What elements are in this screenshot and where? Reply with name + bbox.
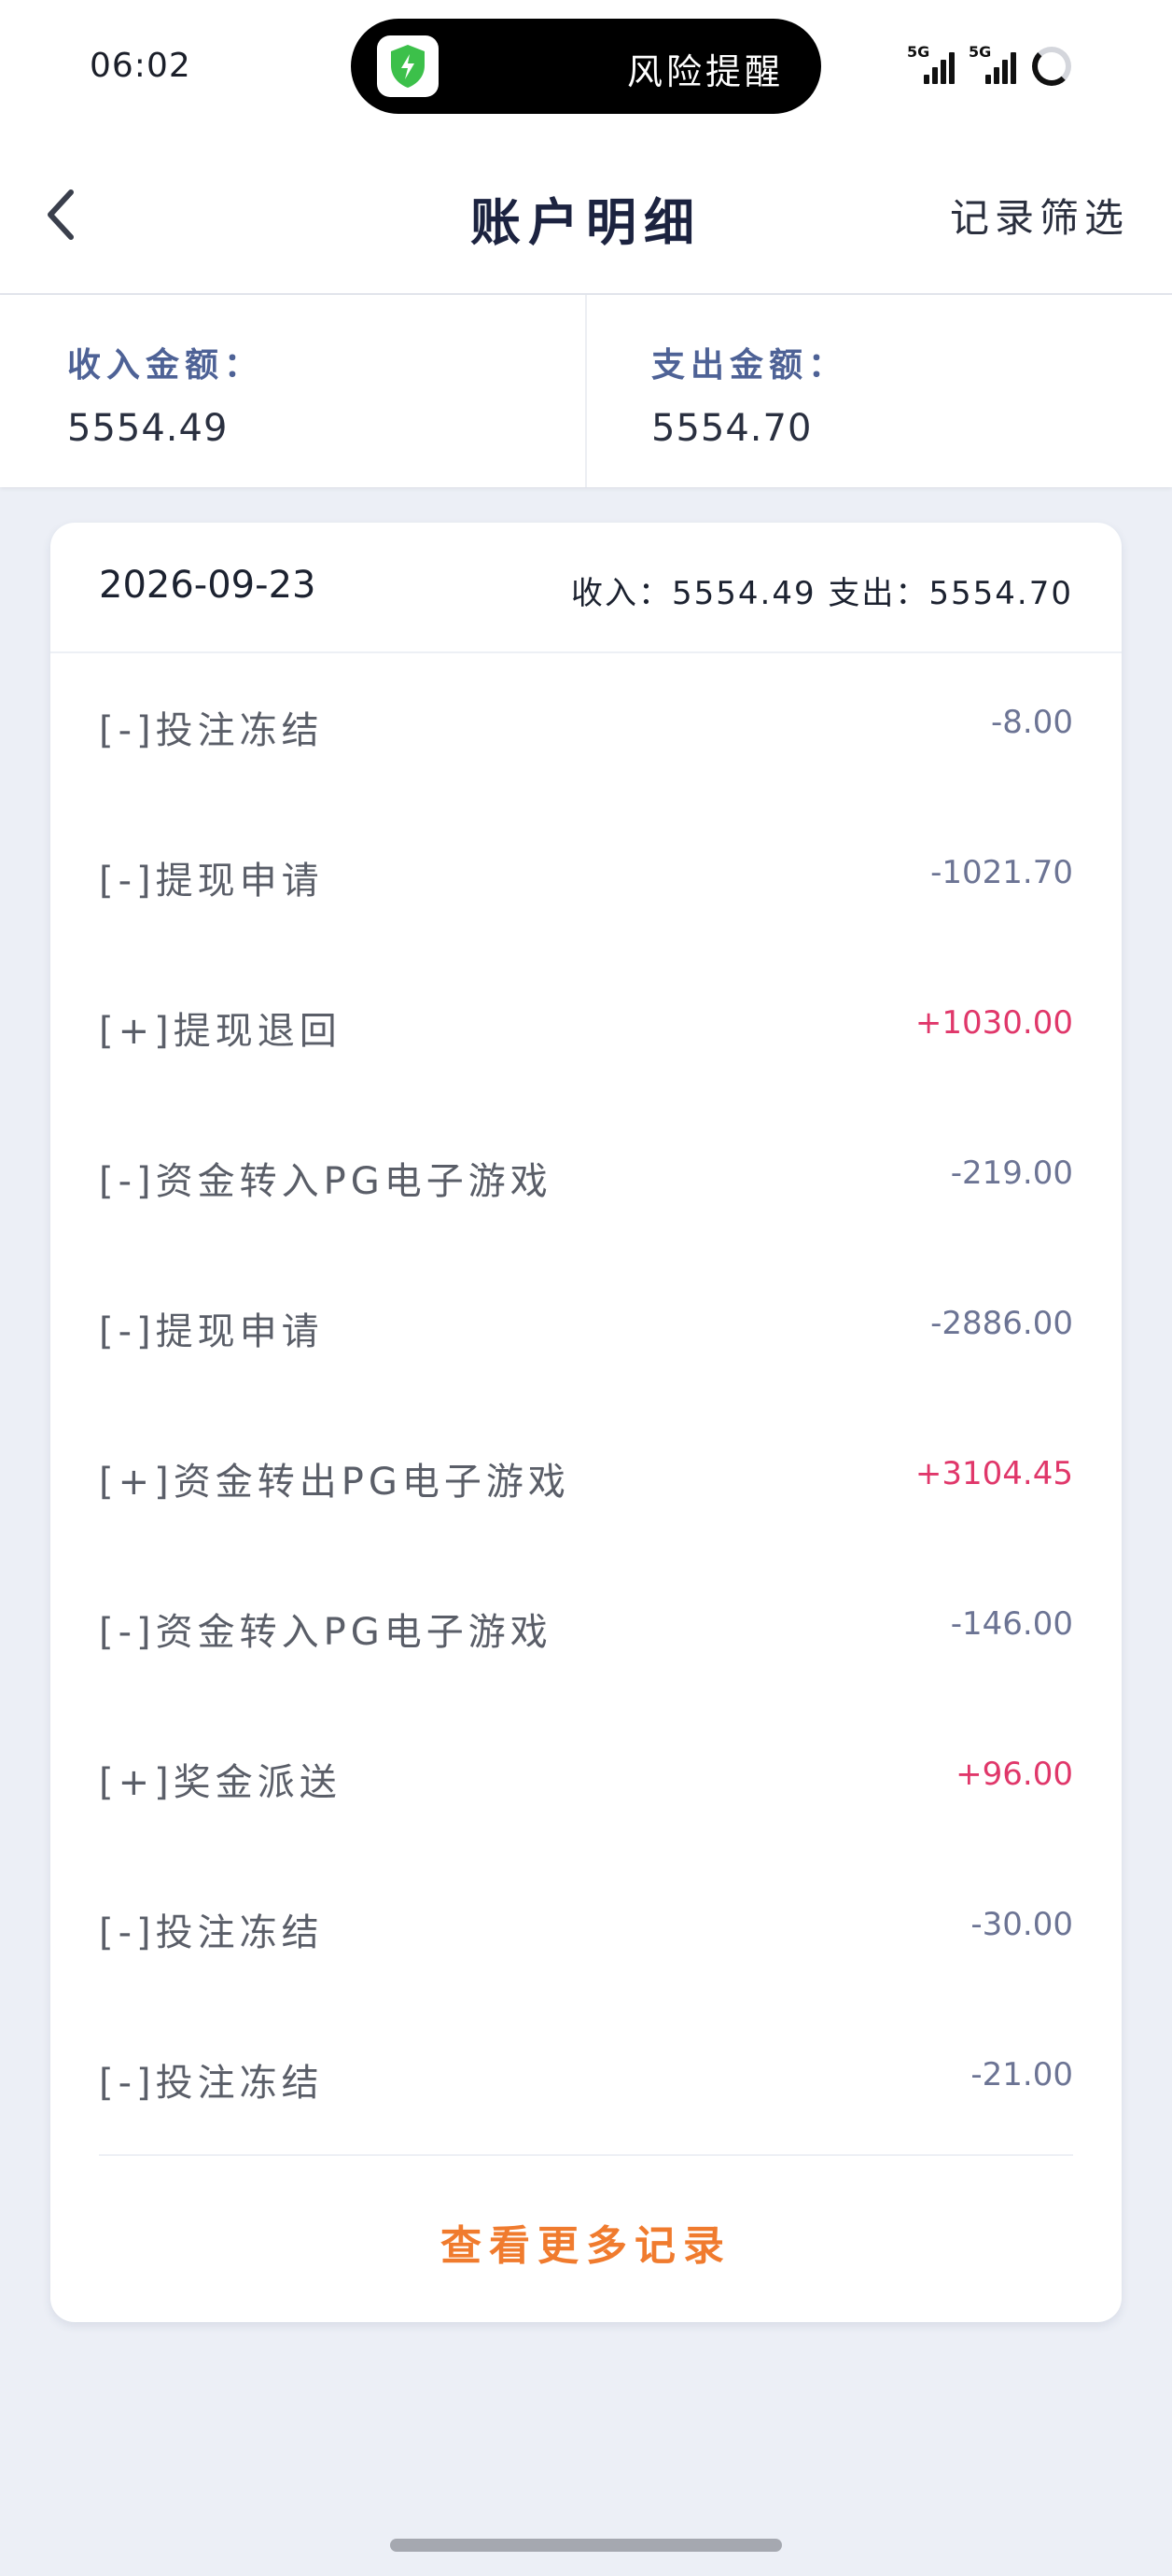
list-item[interactable]: [-]资金转入PG电子游戏 -146.00 [50,1555,1122,1705]
daily-records-card: 2026-09-23 收入：5554.49 支出：5554.70 [-]投注冻结… [50,523,1122,2322]
record-amount: +1030.00 [914,1004,1073,1042]
status-time: 06:02 [90,47,191,85]
view-more-records-button[interactable]: 查看更多记录 [50,2212,1122,2272]
list-item[interactable]: [-]资金转入PG电子游戏 -219.00 [50,1104,1122,1254]
list-item[interactable]: [+]资金转出PG电子游戏 +3104.45 [50,1405,1122,1555]
record-label: [-]投注冻结 [99,709,324,752]
signal-5g-icon-1: 5G [901,43,959,84]
income-value: 5554.49 [67,407,229,450]
record-label: [-]投注冻结 [99,1911,324,1954]
record-list: [-]投注冻结 -8.00 [-]提现申请 -1021.70 [+]提现退回 +… [50,653,1122,2156]
record-label: [+]奖金派送 [99,1761,342,1804]
signal-5g-icon-2: 5G [969,43,1023,84]
record-label: [+]资金转出PG电子游戏 [99,1461,570,1504]
risk-alert-text: 风险提醒 [626,51,784,92]
shield-app-icon [377,35,439,97]
record-amount: -1021.70 [930,854,1073,891]
expense-value: 5554.70 [651,407,813,450]
list-item[interactable]: [-]提现申请 -1021.70 [50,804,1122,954]
list-item[interactable]: [-]投注冻结 -21.00 [50,2006,1122,2156]
signal-indicators: 5G 5G [901,43,1079,88]
home-indicator[interactable] [390,2539,782,2552]
record-amount: -146.00 [950,1605,1073,1643]
card-header: 2026-09-23 收入：5554.49 支出：5554.70 [50,523,1122,653]
record-amount: -219.00 [950,1155,1073,1192]
record-amount: -2886.00 [930,1305,1073,1342]
record-amount: -8.00 [991,704,1073,741]
record-date: 2026-09-23 [99,564,316,607]
list-item[interactable]: [-]提现申请 -2886.00 [50,1254,1122,1405]
expense-label: 支出金额： [651,346,848,385]
income-label: 收入金额： [67,346,264,385]
record-label: [-]资金转入PG电子游戏 [99,1611,552,1654]
list-item[interactable]: [-]投注冻结 -30.00 [50,1855,1122,2006]
record-amount: +96.00 [956,1756,1073,1793]
record-amount: -21.00 [970,2056,1073,2093]
list-item[interactable]: [-]投注冻结 -8.00 [50,653,1122,804]
record-amount: -30.00 [970,1906,1073,1943]
record-label: [+]提现退回 [99,1010,342,1053]
nav-bar: 账户明细 记录筛选 [0,131,1172,295]
record-amount: +3104.45 [914,1455,1073,1492]
status-bar: 06:02 风险提醒 5G 5G [0,0,1172,131]
signal-label-2: 5G [969,43,992,61]
loading-ring-icon [1032,47,1071,86]
summary-panel: 收入金额： 5554.49 支出金额： 5554.70 [0,295,1172,487]
list-item[interactable]: [+]提现退回 +1030.00 [50,954,1122,1104]
summary-divider [585,295,587,487]
record-label: [-]投注冻结 [99,2062,324,2105]
expense-summary: 支出金额： 5554.70 [651,338,847,450]
income-summary: 收入金额： 5554.49 [67,338,263,450]
record-label: [-]资金转入PG电子游戏 [99,1160,552,1203]
record-label: [-]提现申请 [99,860,324,903]
record-label: [-]提现申请 [99,1310,324,1353]
card-divider [99,2154,1073,2156]
dynamic-island[interactable]: 风险提醒 [351,19,821,114]
daily-totals: 收入：5554.49 支出：5554.70 [570,575,1073,612]
signal-label-1: 5G [907,43,930,61]
record-filter-button[interactable]: 记录筛选 [950,187,1129,244]
list-item[interactable]: [+]奖金派送 +96.00 [50,1705,1122,1855]
